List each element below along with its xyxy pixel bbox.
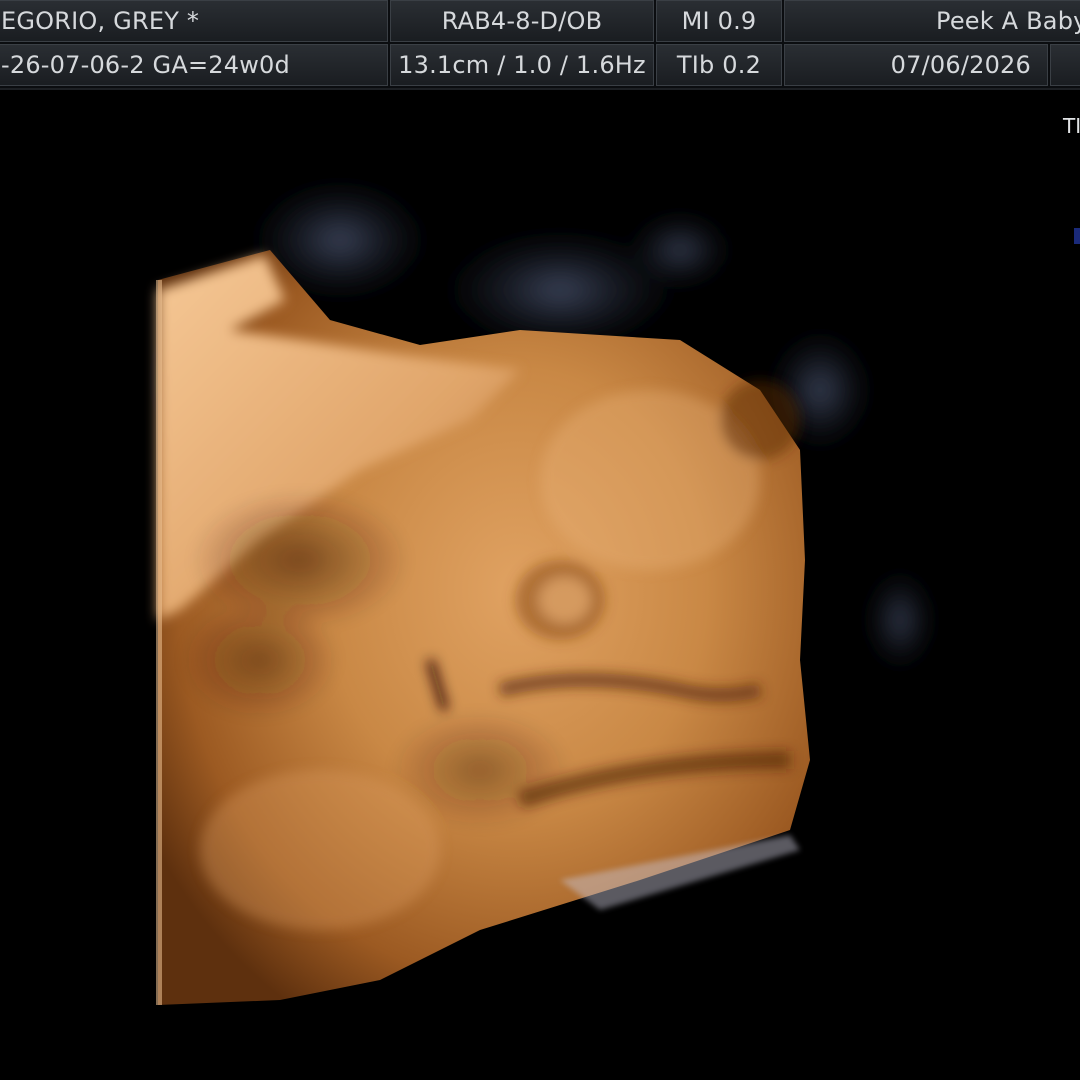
clinic-field: Peek A Baby bbox=[784, 0, 1080, 42]
depth-field: 13.1cm / 1.0 / 1.6Hz bbox=[390, 44, 654, 86]
blank-field bbox=[1050, 44, 1080, 86]
probe-preset: RAB4-8-D/OB bbox=[441, 7, 603, 35]
left-cut-edge bbox=[156, 280, 162, 1005]
date-field: 07/06/2026 bbox=[784, 44, 1048, 86]
ultrasound-screen: EGORIO, GREY * RAB4-8-D/OB MI 0.9 Peek A… bbox=[0, 0, 1080, 1080]
exam-id: -26-07-06-2 GA=24w0d bbox=[1, 51, 290, 79]
ultrasound-3d-render bbox=[150, 180, 930, 1005]
clinic-name: Peek A Baby bbox=[936, 7, 1080, 35]
probe-preset-field: RAB4-8-D/OB bbox=[390, 0, 654, 42]
exam-date: 07/06/2026 bbox=[890, 51, 1031, 79]
depth-gain-frequency: 13.1cm / 1.0 / 1.6Hz bbox=[398, 51, 646, 79]
mechanical-index: MI 0.9 bbox=[681, 7, 757, 35]
info-header: EGORIO, GREY * RAB4-8-D/OB MI 0.9 Peek A… bbox=[0, 0, 1080, 90]
thermal-index-bone: TIb 0.2 bbox=[676, 51, 762, 79]
tib-field: TIb 0.2 bbox=[656, 44, 782, 86]
mi-field: MI 0.9 bbox=[656, 0, 782, 42]
exam-id-field: -26-07-06-2 GA=24w0d bbox=[0, 44, 388, 86]
patient-name: EGORIO, GREY * bbox=[1, 7, 200, 35]
patient-name-field: EGORIO, GREY * bbox=[0, 0, 388, 42]
